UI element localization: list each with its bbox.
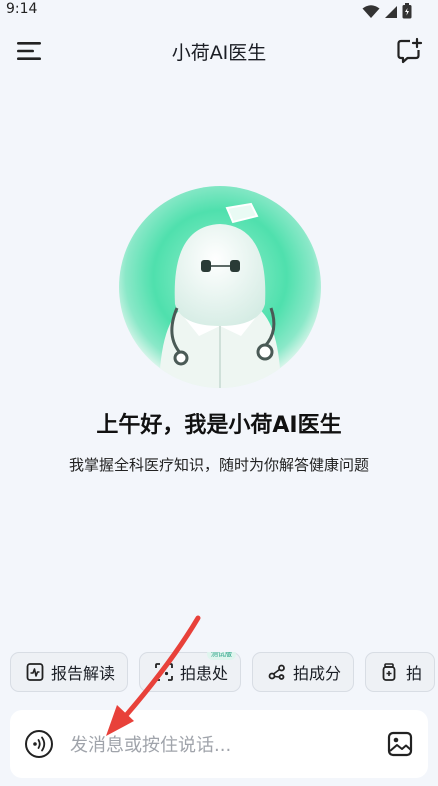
chip-label: 报告解读	[51, 664, 116, 683]
photo-medicine-button[interactable]: 拍	[365, 652, 436, 692]
chip-label: 拍	[406, 664, 423, 683]
ingredients-icon	[267, 662, 287, 682]
app-title: 小荷AI医生	[171, 42, 267, 64]
photo-ingredients-button[interactable]: 拍成分	[252, 652, 355, 692]
chip-label: 拍患处	[180, 664, 229, 683]
camera-scan-icon	[154, 662, 174, 682]
status-bar: 9:14	[0, 0, 438, 22]
message-input-bar	[10, 710, 428, 778]
voice-wave-icon	[25, 730, 53, 758]
report-interpret-button[interactable]: 报告解读	[10, 652, 129, 692]
status-icons	[362, 3, 412, 23]
quick-actions: 报告解读 测试版 拍患处 拍成分 拍	[10, 652, 438, 694]
image-icon	[387, 731, 413, 757]
greeting-subtitle: 我掌握全科医疗知识，随时为你解答健康问题	[68, 456, 369, 474]
doctor-mascot-avatar	[119, 186, 321, 388]
beta-badge: 测试版	[207, 652, 237, 660]
photo-affected-area-button[interactable]: 测试版 拍患处	[139, 652, 242, 692]
chip-label: 拍成分	[293, 664, 342, 683]
new-chat-button[interactable]	[392, 36, 426, 66]
battery-icon	[402, 3, 412, 23]
message-input[interactable]	[68, 727, 372, 763]
image-upload-button[interactable]	[386, 730, 414, 758]
voice-input-button[interactable]	[24, 729, 54, 759]
greeting-title: 上午好，我是小荷AI医生	[96, 413, 342, 438]
status-time: 9:14	[6, 1, 38, 17]
app-header: 小荷AI医生	[0, 26, 438, 76]
wifi-icon	[362, 4, 380, 23]
report-chart-icon	[25, 662, 45, 682]
new-chat-icon	[397, 37, 423, 64]
medicine-bottle-icon	[380, 662, 400, 682]
signal-icon	[384, 4, 398, 23]
